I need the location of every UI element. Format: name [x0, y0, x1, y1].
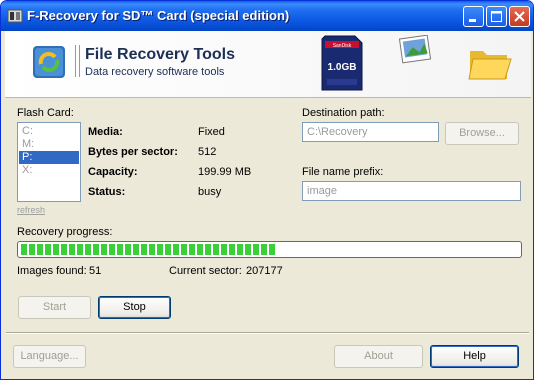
picture-icon [398, 35, 432, 64]
images-found-label: Images found: [17, 265, 87, 277]
capacity-value: 199.99 MB [198, 166, 252, 178]
recycle-logo-icon [33, 46, 65, 78]
folder-icon [468, 51, 512, 80]
window-title: F-Recovery for SD™ Card (special edition… [27, 8, 290, 23]
footer-divider [6, 332, 529, 334]
file-name-prefix-label: File name prefix: [302, 166, 384, 178]
current-sector-value: 207177 [246, 265, 283, 277]
status-value: busy [198, 186, 222, 198]
bytes-per-sector-value: 512 [198, 146, 217, 158]
maximize-icon [491, 11, 502, 22]
minimize-button[interactable] [463, 6, 484, 27]
flash-card-list[interactable]: C: M: P: X: [17, 122, 81, 202]
sd-card-capacity: 1.0GB [328, 62, 357, 73]
images-found-value: 51 [89, 265, 102, 277]
stop-button[interactable]: Stop [98, 296, 171, 319]
title-bar[interactable]: F-Recovery for SD™ Card (special edition… [1, 1, 533, 31]
maximize-button[interactable] [486, 6, 507, 27]
logo-separator [75, 45, 80, 77]
sd-card-brand: SanDisk [333, 43, 352, 49]
media-value: Fixed [198, 126, 225, 138]
file-name-prefix-field[interactable]: image [302, 181, 521, 201]
refresh-link[interactable]: refresh [17, 205, 45, 215]
about-button[interactable]: About [334, 345, 423, 368]
flash-card-label: Flash Card: [17, 107, 74, 119]
drive-item-c[interactable]: C: [19, 125, 79, 138]
media-label: Media: [88, 126, 123, 138]
browse-button[interactable]: Browse... [445, 122, 519, 145]
recovery-progress-fill [21, 244, 277, 255]
sd-card-icon: SanDisk 1.0GB [321, 35, 363, 91]
recovery-progress-label: Recovery progress: [17, 226, 113, 238]
destination-path-label: Destination path: [302, 107, 385, 119]
bytes-per-sector-label: Bytes per sector: [88, 146, 178, 158]
capacity-label: Capacity: [88, 166, 138, 178]
logo-title: File Recovery Tools [85, 46, 235, 63]
close-icon [514, 11, 525, 22]
destination-path-field[interactable]: C:\Recovery [302, 122, 439, 142]
drive-item-m[interactable]: M: [19, 138, 79, 151]
drive-item-x[interactable]: X: [19, 164, 79, 177]
help-button[interactable]: Help [430, 345, 519, 368]
app-window: F-Recovery for SD™ Card (special edition… [0, 0, 534, 380]
close-button[interactable] [509, 6, 530, 27]
minimize-icon [469, 19, 476, 22]
current-sector-label: Current sector: [169, 265, 242, 277]
recovery-progress-bar [17, 241, 522, 258]
logo-subtitle: Data recovery software tools [85, 66, 225, 78]
start-button[interactable]: Start [18, 296, 91, 319]
language-button[interactable]: Language... [13, 345, 86, 368]
app-icon [7, 9, 23, 23]
status-label: Status: [88, 186, 126, 198]
drive-item-p[interactable]: P: [19, 151, 79, 164]
header-banner: File Recovery Tools Data recovery softwa… [5, 31, 531, 98]
